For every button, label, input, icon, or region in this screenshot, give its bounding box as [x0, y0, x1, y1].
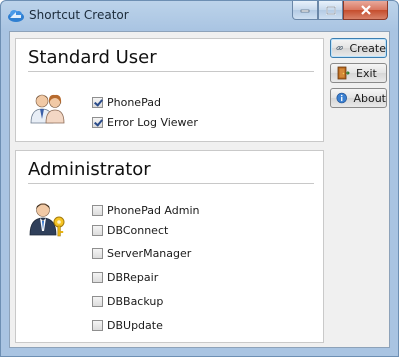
- checkbox-servermanager[interactable]: [92, 247, 103, 259]
- minimize-icon: [300, 9, 310, 13]
- checkbox-label: DBBackup: [107, 294, 164, 308]
- checkbox-label: Error Log Viewer: [107, 115, 198, 129]
- standard-user-heading: Standard User: [28, 47, 157, 68]
- checkbox-phonepad-admin[interactable]: [92, 204, 103, 216]
- administrator-divider: [28, 183, 314, 184]
- admin-option[interactable]: ServerManager: [92, 245, 191, 261]
- info-icon: [336, 92, 347, 104]
- checkbox-label: ServerManager: [107, 246, 192, 260]
- about-button-label: About: [353, 91, 386, 105]
- about-button[interactable]: About: [330, 88, 387, 108]
- minimize-button[interactable]: [292, 1, 318, 20]
- checkbox-phonepad[interactable]: [92, 96, 103, 108]
- create-button-label: Create: [349, 41, 386, 55]
- checkbox-dbupdate[interactable]: [92, 319, 103, 331]
- admin-option[interactable]: DBBackup: [92, 293, 163, 309]
- administrator-heading: Administrator: [28, 159, 151, 180]
- admin-key-icon: [29, 203, 65, 237]
- admin-option[interactable]: DBUpdate: [92, 317, 163, 333]
- exit-button-label: Exit: [356, 66, 377, 80]
- checkbox-label: DBRepair: [107, 270, 159, 284]
- window-title: Shortcut Creator: [29, 8, 129, 22]
- cloud-app-icon: [8, 10, 24, 22]
- checkbox-label: DBUpdate: [107, 318, 163, 332]
- close-icon: [360, 5, 371, 15]
- standard-option[interactable]: PhonePad: [92, 94, 161, 110]
- maximize-icon: [325, 5, 336, 15]
- close-button[interactable]: [343, 1, 388, 20]
- link-icon: [336, 46, 344, 50]
- admin-option[interactable]: DBRepair: [92, 269, 158, 285]
- admin-option[interactable]: PhonePad Admin: [92, 202, 200, 218]
- standard-user-group: Standard User PhonePad Error Log Viewer: [15, 38, 324, 142]
- admin-option[interactable]: DBConnect: [92, 222, 168, 238]
- app-window: Shortcut Creator Standard User PhonePad …: [0, 0, 399, 357]
- door-exit-icon: [337, 66, 350, 80]
- checkbox-dbrepair[interactable]: [92, 271, 103, 283]
- checkbox-error-log-viewer[interactable]: [92, 116, 103, 128]
- checkbox-dbbackup[interactable]: [92, 295, 103, 307]
- standard-user-divider: [28, 71, 314, 72]
- title-bar[interactable]: Shortcut Creator: [1, 1, 398, 31]
- maximize-button[interactable]: [318, 1, 343, 20]
- exit-button[interactable]: Exit: [330, 63, 387, 83]
- checkbox-dbconnect[interactable]: [92, 224, 103, 236]
- checkbox-label: PhonePad: [107, 95, 161, 109]
- users-icon: [30, 94, 65, 124]
- create-button[interactable]: Create: [330, 38, 387, 58]
- checkbox-label: PhonePad Admin: [107, 203, 200, 217]
- standard-option[interactable]: Error Log Viewer: [92, 114, 198, 130]
- client-area: Standard User PhonePad Error Log Viewer: [9, 31, 390, 348]
- checkbox-label: DBConnect: [107, 223, 169, 237]
- administrator-group: Administrator PhonePad Admin DBConnect S…: [15, 150, 324, 343]
